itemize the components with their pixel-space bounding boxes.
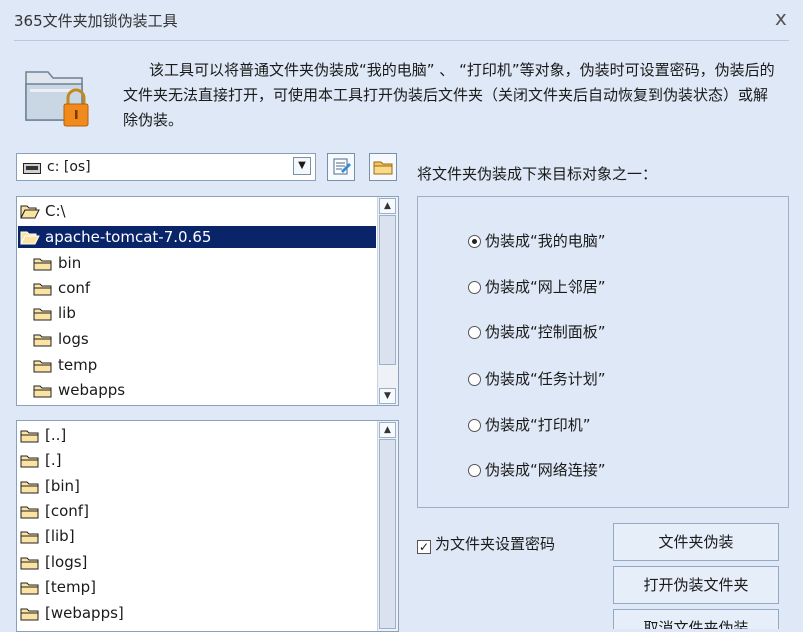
list-item-label: [temp] xyxy=(45,578,96,596)
tree-item-label: temp xyxy=(58,356,98,374)
tree-item[interactable]: logs xyxy=(33,328,89,350)
checkbox-checked-icon[interactable]: ✓ xyxy=(417,540,431,554)
radio-icon[interactable] xyxy=(468,281,481,294)
folder-icon xyxy=(33,258,52,271)
remove-disguise-button[interactable]: 取消文件夹伪装 xyxy=(613,609,779,629)
scroll-up-icon[interactable]: ▲ xyxy=(379,422,396,438)
tree-item-label: C:\ xyxy=(45,202,66,220)
folder-icon xyxy=(33,283,52,296)
radio-icon[interactable] xyxy=(468,326,481,339)
list-item-label: [logs] xyxy=(45,553,88,571)
close-icon[interactable]: x xyxy=(775,6,787,30)
option-control-panel[interactable]: 伪装成“控制面板” xyxy=(468,321,606,342)
option-scheduled-tasks[interactable]: 伪装成“任务计划” xyxy=(468,368,606,389)
option-network-connections[interactable]: 伪装成“网络连接” xyxy=(468,459,606,480)
drive-icon xyxy=(23,162,41,178)
title-divider xyxy=(14,40,789,41)
folder-tree[interactable]: C:\ apache-tomcat-7.0.65 bin conf lib lo… xyxy=(16,196,399,406)
tree-item[interactable]: conf xyxy=(33,277,90,299)
new-folder-button[interactable] xyxy=(369,153,397,181)
tree-item-label: bin xyxy=(58,254,82,272)
tree-item[interactable]: webapps xyxy=(33,379,125,401)
edit-folder-button[interactable] xyxy=(327,153,355,181)
folder-icon xyxy=(20,582,39,595)
folder-icon xyxy=(33,385,52,398)
tree-item-selected[interactable]: apache-tomcat-7.0.65 xyxy=(18,226,376,248)
drive-select[interactable]: c: [os] ▼ xyxy=(16,153,316,181)
list-item[interactable]: [webapps] xyxy=(20,602,124,624)
list-item[interactable]: [bin] xyxy=(20,475,80,497)
list-item[interactable]: [.] xyxy=(20,449,61,471)
option-my-computer[interactable]: 伪装成“我的电脑” xyxy=(468,230,606,251)
list-item[interactable]: [conf] xyxy=(20,500,89,522)
folder-lock-icon xyxy=(20,62,98,134)
folder-icon xyxy=(20,430,39,443)
open-disguised-button[interactable]: 打开伪装文件夹 xyxy=(613,566,779,604)
list-item[interactable]: [temp] xyxy=(20,576,96,598)
tree-item-root[interactable]: C:\ xyxy=(20,200,66,222)
list-item-label: [bin] xyxy=(45,477,80,495)
folder-icon xyxy=(20,531,39,544)
password-checkbox[interactable]: ✓ 为文件夹设置密码 xyxy=(417,533,555,554)
tree-item[interactable]: temp xyxy=(33,354,97,376)
list-item[interactable]: [logs] xyxy=(20,551,87,573)
folder-icon xyxy=(33,334,52,347)
folder-icon xyxy=(20,557,39,570)
option-printer[interactable]: 伪装成“打印机” xyxy=(468,414,591,435)
tree-item-label: lib xyxy=(58,304,76,322)
scroll-up-icon[interactable]: ▲ xyxy=(379,198,396,214)
option-label: 伪装成“网络连接” xyxy=(485,461,606,479)
description: 该工具可以将普通文件夹伪装成“我的电脑” 、 “打印机”等对象，伪装时可设置密码… xyxy=(123,58,778,133)
list-item-label: [.] xyxy=(45,451,62,469)
disguise-button[interactable]: 文件夹伪装 xyxy=(613,523,779,561)
radio-selected-icon[interactable] xyxy=(468,235,481,248)
folder-icon xyxy=(20,481,39,494)
option-label: 伪装成“打印机” xyxy=(485,416,591,434)
tree-item[interactable]: lib xyxy=(33,302,76,324)
tree-item-label: apache-tomcat-7.0.65 xyxy=(45,228,212,246)
list-item[interactable]: [lib] xyxy=(20,525,75,547)
option-label: 伪装成“任务计划” xyxy=(485,370,606,388)
list-item-label: [..] xyxy=(45,426,67,444)
open-folder-icon xyxy=(20,205,40,219)
window-title: 365文件夹加锁伪装工具 xyxy=(14,12,178,30)
option-label: 伪装成“我的电脑” xyxy=(485,232,606,250)
description-text: 该工具可以将普通文件夹伪装成“我的电脑” 、 “打印机”等对象，伪装时可设置密码… xyxy=(123,61,775,129)
list-item-label: [webapps] xyxy=(45,604,124,622)
chevron-down-icon[interactable]: ▼ xyxy=(293,157,311,175)
folder-icon xyxy=(373,161,393,175)
scrollbar-thumb[interactable] xyxy=(379,439,396,629)
scroll-down-icon[interactable]: ▼ xyxy=(379,388,396,404)
radio-icon[interactable] xyxy=(468,464,481,477)
folder-icon xyxy=(33,308,52,321)
password-checkbox-label: 为文件夹设置密码 xyxy=(435,535,556,553)
radio-icon[interactable] xyxy=(468,373,481,386)
option-label: 伪装成“控制面板” xyxy=(485,323,606,341)
list-item-label: [lib] xyxy=(45,527,75,545)
tree-scrollbar[interactable]: ▲ ▼ xyxy=(377,197,398,405)
folder-icon xyxy=(20,455,39,468)
tree-item[interactable]: bin xyxy=(33,252,81,274)
tree-item-label: webapps xyxy=(58,381,126,399)
option-network-neighborhood[interactable]: 伪装成“网上邻居” xyxy=(468,276,606,297)
options-group: 伪装成“我的电脑” 伪装成“网上邻居” 伪装成“控制面板” 伪装成“任务计划” … xyxy=(417,196,789,508)
list-item[interactable]: [..] xyxy=(20,424,66,446)
option-label: 伪装成“网上邻居” xyxy=(485,278,606,296)
radio-icon[interactable] xyxy=(468,419,481,432)
tree-item-label: conf xyxy=(58,279,91,297)
open-folder-icon xyxy=(20,231,40,245)
list-item-label: [conf] xyxy=(45,502,89,520)
folder-icon xyxy=(33,360,52,373)
folder-icon xyxy=(20,608,39,621)
scrollbar-thumb[interactable] xyxy=(379,215,396,365)
tree-item-label: logs xyxy=(58,330,89,348)
edit-icon xyxy=(333,158,351,175)
drive-label: c: [os] xyxy=(47,159,91,175)
folder-icon xyxy=(20,506,39,519)
target-label: 将文件夹伪装成下来目标对象之一： xyxy=(417,165,658,183)
list-scrollbar[interactable]: ▲ xyxy=(377,421,398,631)
file-list[interactable]: [..] [.] [bin] [conf] [lib] [logs] [temp… xyxy=(16,420,399,632)
